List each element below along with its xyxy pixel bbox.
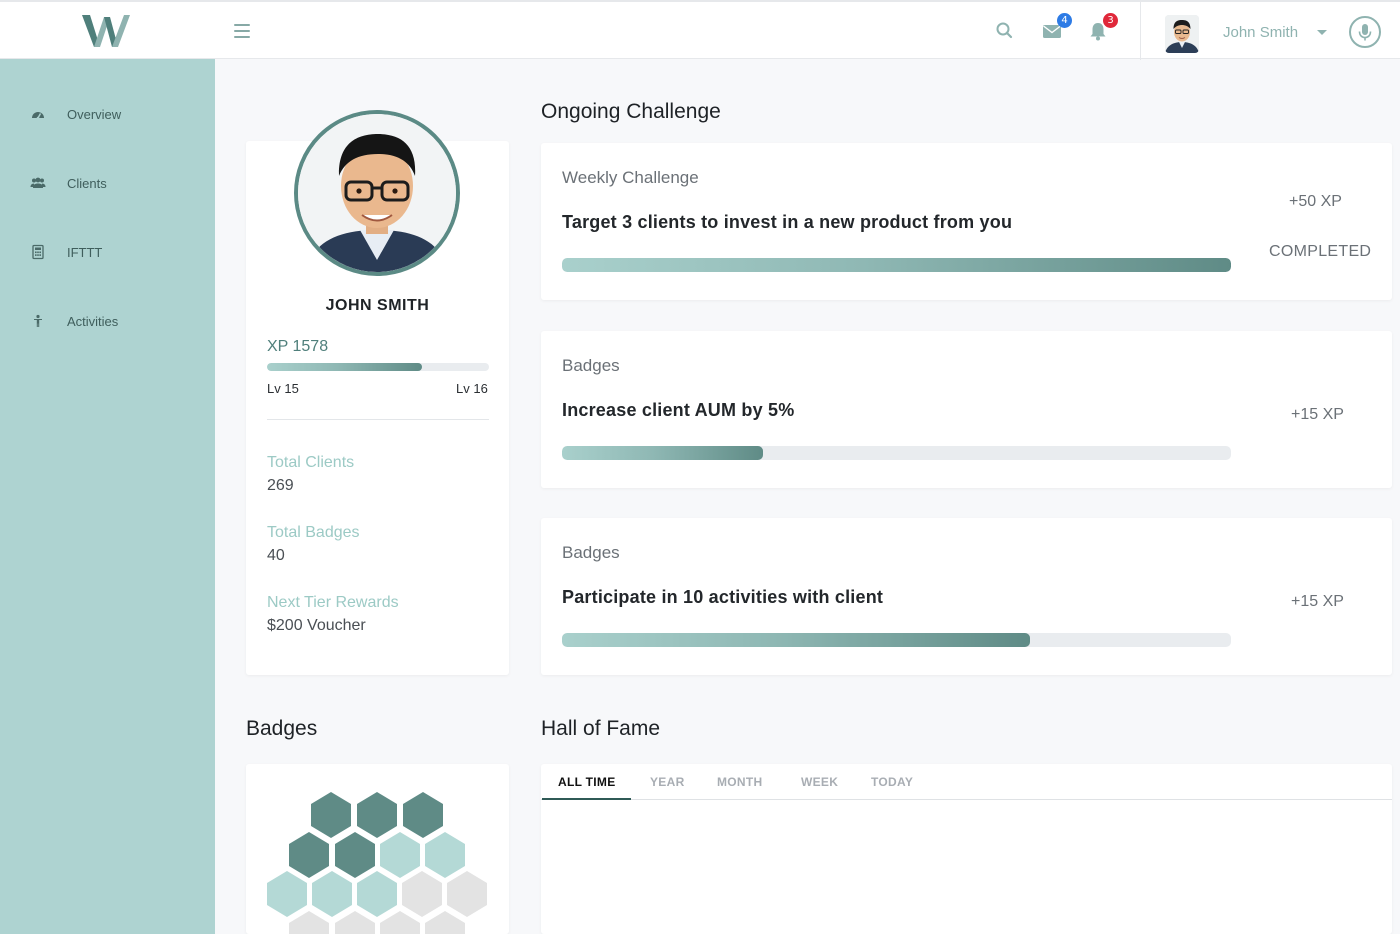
stat-label-next-tier: Next Tier Rewards xyxy=(267,594,399,611)
tab-month[interactable]: MONTH xyxy=(717,775,763,789)
badge-hex[interactable] xyxy=(311,792,351,838)
stat-label-total-clients: Total Clients xyxy=(267,454,355,471)
sidebar-item-label: Overview xyxy=(67,107,122,122)
badge-hex[interactable] xyxy=(380,832,420,878)
dashboard-icon xyxy=(32,112,44,120)
sidebar-item-label: Activities xyxy=(67,314,119,329)
hall-of-fame-tabs: ALL TIME YEAR MONTH WEEK TODAY xyxy=(541,764,1392,800)
tab-all-time[interactable]: ALL TIME xyxy=(558,775,616,789)
badges-title: Badges xyxy=(246,717,318,740)
chevron-down-icon[interactable] xyxy=(1317,30,1327,35)
challenge-title: Target 3 clients to invest in a new prod… xyxy=(562,212,1013,232)
tab-today[interactable]: TODAY xyxy=(871,775,913,789)
sidebar-item-overview[interactable]: Overview xyxy=(0,94,215,134)
stat-value-total-badges: 40 xyxy=(267,547,285,564)
brand-logo[interactable] xyxy=(80,13,134,51)
sidebar-item-label: IFTTT xyxy=(67,245,103,260)
sidebar-item-ifttt[interactable]: IFTTT xyxy=(0,232,215,272)
hall-of-fame-panel: ALL TIME YEAR MONTH WEEK TODAY xyxy=(541,764,1392,934)
sidebar: Overview Clients IFTTT Activities xyxy=(0,59,215,934)
mail-count-badge: 4 xyxy=(1057,13,1072,28)
badge-hex[interactable] xyxy=(335,832,375,878)
profile-name: JOHN SMITH xyxy=(325,297,430,314)
notification-count-badge: 3 xyxy=(1103,13,1118,28)
active-tab-indicator xyxy=(542,798,631,800)
challenge-card[interactable]: Badges Increase client AUM by 5% +15 XP xyxy=(541,331,1392,488)
badge-hex[interactable] xyxy=(425,911,465,934)
challenge-kind: Weekly Challenge xyxy=(562,168,699,187)
challenge-progress-bar xyxy=(562,446,1231,460)
challenge-xp: +50 XP xyxy=(1289,193,1342,210)
badge-hex[interactable] xyxy=(312,871,352,917)
challenge-status: COMPLETED xyxy=(1269,243,1372,260)
header-divider xyxy=(1140,2,1141,60)
challenge-kind: Badges xyxy=(562,543,620,562)
badge-hex-grid xyxy=(267,792,487,934)
stat-value-next-tier: $200 Voucher xyxy=(267,617,366,634)
menu-toggle-icon[interactable] xyxy=(234,24,250,38)
challenge-xp: +15 XP xyxy=(1291,593,1344,610)
challenge-title: Increase client AUM by 5% xyxy=(562,400,795,420)
tab-week[interactable]: WEEK xyxy=(801,775,838,789)
profile-divider xyxy=(267,419,489,420)
badge-hex[interactable] xyxy=(289,911,329,934)
person-icon xyxy=(34,314,42,327)
challenge-title: Participate in 10 activities with client xyxy=(562,587,884,607)
challenge-card[interactable]: Badges Participate in 10 activities with… xyxy=(541,518,1392,675)
challenge-progress-fill xyxy=(562,258,1231,272)
user-menu-name[interactable]: John Smith xyxy=(1223,24,1298,41)
profile-avatar xyxy=(294,110,460,276)
sidebar-item-activities[interactable]: Activities xyxy=(0,301,215,341)
xp-label: XP 1578 xyxy=(267,338,329,355)
search-icon[interactable] xyxy=(994,20,1016,42)
stat-value-total-clients: 269 xyxy=(267,477,294,494)
badge-hex[interactable] xyxy=(357,871,397,917)
badge-hex[interactable] xyxy=(447,871,487,917)
challenge-progress-fill xyxy=(562,633,1031,647)
calculator-icon xyxy=(32,244,44,260)
sidebar-item-clients[interactable]: Clients xyxy=(0,163,215,203)
badge-hex[interactable] xyxy=(335,911,375,934)
sidebar-item-label: Clients xyxy=(67,176,107,191)
badge-hex[interactable] xyxy=(425,832,465,878)
tab-year[interactable]: YEAR xyxy=(650,775,685,789)
challenge-progress-bar xyxy=(562,633,1231,647)
level-next: Lv 16 xyxy=(456,381,488,396)
mail-button[interactable]: 4 xyxy=(1041,13,1072,42)
microphone-button[interactable] xyxy=(1349,16,1381,48)
notifications-button[interactable]: 3 xyxy=(1087,13,1118,42)
challenge-card[interactable]: Weekly Challenge Target 3 clients to inv… xyxy=(541,143,1392,300)
xp-progress-fill xyxy=(267,363,423,371)
badge-hex[interactable] xyxy=(289,832,329,878)
ongoing-challenge-title: Ongoing Challenge xyxy=(541,100,721,123)
stat-label-total-badges: Total Badges xyxy=(267,524,360,541)
microphone-icon xyxy=(1358,24,1372,41)
top-bar: 4 3 John Smith xyxy=(0,0,1400,60)
challenge-progress-bar xyxy=(562,258,1231,272)
badge-hex[interactable] xyxy=(403,792,443,838)
challenge-xp: +15 XP xyxy=(1291,406,1344,423)
badge-hex[interactable] xyxy=(267,871,307,917)
level-current: Lv 15 xyxy=(267,381,299,396)
hall-of-fame-title: Hall of Fame xyxy=(541,717,661,740)
badges-panel xyxy=(246,764,509,934)
challenge-kind: Badges xyxy=(562,356,620,375)
xp-progress-bar xyxy=(267,363,489,371)
users-icon xyxy=(30,177,46,188)
avatar[interactable] xyxy=(1165,15,1199,53)
challenge-progress-fill xyxy=(562,446,763,460)
badge-hex[interactable] xyxy=(357,792,397,838)
badge-hex[interactable] xyxy=(380,911,420,934)
badge-hex[interactable] xyxy=(402,871,442,917)
